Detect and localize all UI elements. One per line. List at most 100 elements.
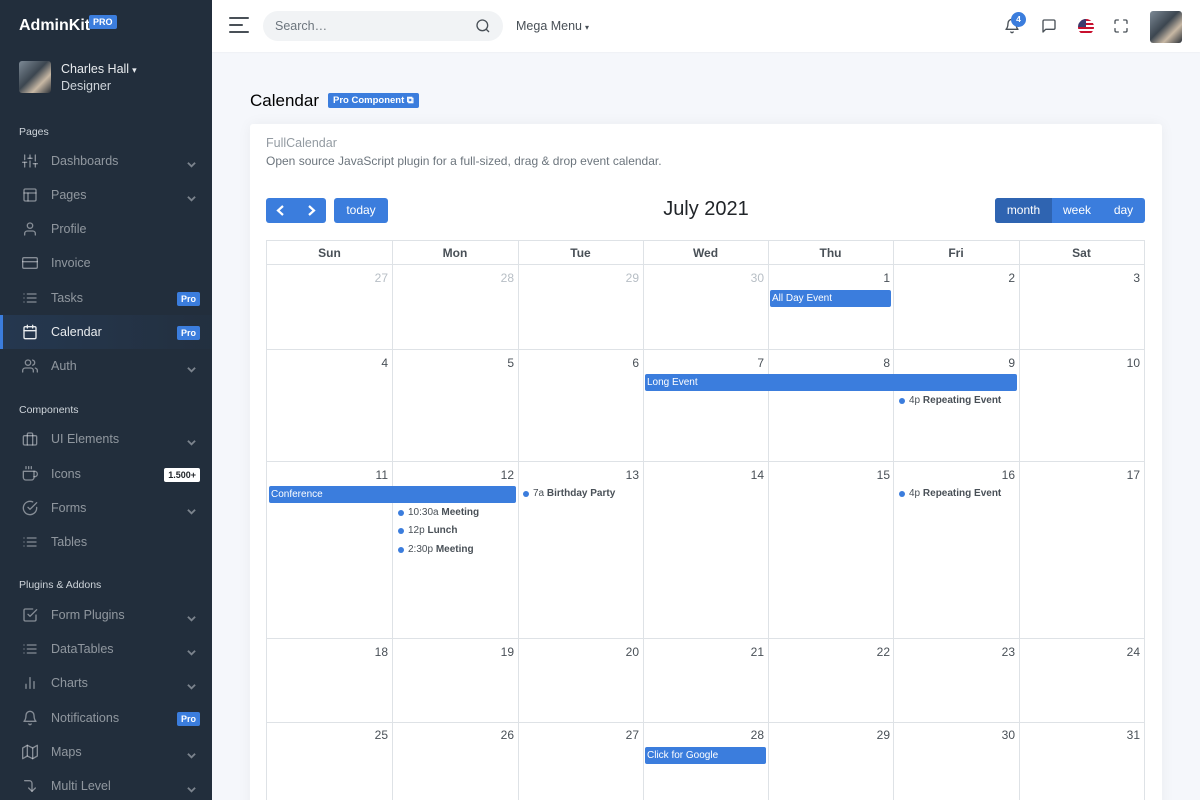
fullscreen-icon[interactable] <box>1113 18 1129 34</box>
sidebar-item-ui-elements[interactable]: UI Elements <box>0 422 212 456</box>
search-input[interactable] <box>275 11 465 41</box>
day-number[interactable]: 20 <box>609 645 639 659</box>
sidebar-item-forms[interactable]: Forms <box>0 491 212 525</box>
day-number[interactable]: 12 <box>484 468 514 482</box>
event-all-day[interactable]: All Day Event <box>770 290 891 307</box>
us-flag-icon[interactable] <box>1078 19 1094 35</box>
sidebar-item-label: UI Elements <box>51 432 120 446</box>
sidebar-header-pages: Pages <box>19 126 49 138</box>
sidebar-item-maps[interactable]: Maps <box>0 735 212 769</box>
mega-menu-dropdown[interactable]: Mega Menu ▾ <box>516 19 589 33</box>
view-day-button[interactable]: day <box>1102 198 1145 223</box>
sidebar-user-name[interactable]: Charles Hall ▾ <box>61 62 137 76</box>
message-icon[interactable] <box>1041 18 1057 34</box>
user-avatar[interactable] <box>1150 11 1182 43</box>
event-dot <box>398 528 404 534</box>
sidebar-toggle-button[interactable] <box>229 17 249 35</box>
event-long-event[interactable]: Long Event <box>645 374 1017 391</box>
sidebar-header-components: Components <box>19 404 79 416</box>
brand-pro-badge: PRO <box>89 15 117 29</box>
day-number[interactable]: 28 <box>484 271 514 285</box>
sidebar-item-icons[interactable]: Icons 1.500+ <box>0 457 212 491</box>
sidebar-item-tasks[interactable]: Tasks Pro <box>0 281 212 315</box>
day-number[interactable]: 16 <box>985 468 1015 482</box>
day-number[interactable]: 11 <box>358 468 388 482</box>
day-number[interactable]: 10 <box>1110 356 1140 370</box>
dow-mon: Mon <box>442 246 468 260</box>
day-number[interactable]: 24 <box>1110 645 1140 659</box>
day-number[interactable]: 31 <box>1110 728 1140 742</box>
dow-fri: Fri <box>948 246 964 260</box>
day-number[interactable]: 1 <box>860 271 890 285</box>
day-number[interactable]: 13 <box>609 468 639 482</box>
sidebar-item-label: Calendar <box>51 325 102 339</box>
page-title: Calendar <box>250 91 319 110</box>
sidebar-item-form-plugins[interactable]: Form Plugins <box>0 598 212 632</box>
pro-badge: Pro <box>176 326 200 340</box>
day-number[interactable]: 25 <box>358 728 388 742</box>
list-icon <box>22 290 38 306</box>
briefcase-icon <box>22 431 38 447</box>
sidebar-item-charts[interactable]: Charts <box>0 666 212 700</box>
day-number[interactable]: 26 <box>484 728 514 742</box>
event-click-for-google[interactable]: Click for Google <box>645 747 766 764</box>
day-number[interactable]: 17 <box>1110 468 1140 482</box>
dow-sat: Sat <box>1072 246 1091 260</box>
event-dot <box>398 547 404 553</box>
chevron-down-icon <box>187 610 196 622</box>
sidebar-item-dashboards[interactable]: Dashboards <box>0 144 212 178</box>
map-icon <box>22 744 38 760</box>
sidebar-item-multi-level[interactable]: Multi Level <box>0 769 212 800</box>
event-conference[interactable]: Conference <box>269 486 516 503</box>
day-number[interactable]: 5 <box>484 356 514 370</box>
sidebar-item-label: Icons <box>51 467 81 481</box>
day-number[interactable]: 29 <box>609 271 639 285</box>
day-number[interactable]: 21 <box>734 645 764 659</box>
sidebar-item-label: Multi Level <box>51 779 111 793</box>
chevron-down-icon <box>187 434 196 446</box>
sidebar-item-label: Forms <box>51 501 87 515</box>
pro-component-badge[interactable]: Pro Component ⧉ <box>328 93 419 108</box>
day-number[interactable]: 6 <box>609 356 639 370</box>
event-dot <box>523 491 529 497</box>
sidebar-item-profile[interactable]: Profile <box>0 212 212 246</box>
day-number[interactable]: 14 <box>734 468 764 482</box>
day-number[interactable]: 28 <box>734 728 764 742</box>
sidebar-item-label: Dashboards <box>51 154 119 168</box>
day-number[interactable]: 27 <box>358 271 388 285</box>
day-number[interactable]: 2 <box>985 271 1015 285</box>
sidebar-item-notifications[interactable]: Notifications Pro <box>0 701 212 735</box>
sidebar-header-plugins: Plugins & Addons <box>19 579 102 591</box>
day-number[interactable]: 7 <box>734 356 764 370</box>
day-number[interactable]: 8 <box>860 356 890 370</box>
sidebar-item-calendar[interactable]: Calendar Pro <box>0 315 212 349</box>
day-number[interactable]: 19 <box>484 645 514 659</box>
dow-tue: Tue <box>570 246 591 260</box>
day-number[interactable]: 29 <box>860 728 890 742</box>
day-number[interactable]: 4 <box>358 356 388 370</box>
grid-divider <box>392 241 393 800</box>
day-number[interactable]: 15 <box>860 468 890 482</box>
sidebar-item-pages[interactable]: Pages <box>0 178 212 212</box>
sidebar-item-datatables[interactable]: DataTables <box>0 632 212 666</box>
day-number[interactable]: 22 <box>860 645 890 659</box>
view-week-button[interactable]: week <box>1052 198 1102 223</box>
day-number[interactable]: 3 <box>1110 271 1140 285</box>
sidebar-item-label: Charts <box>51 676 88 690</box>
day-number[interactable]: 23 <box>985 645 1015 659</box>
day-number[interactable]: 30 <box>734 271 764 285</box>
external-link-icon: ⧉ <box>406 95 414 106</box>
day-number[interactable]: 18 <box>358 645 388 659</box>
brand-name[interactable]: AdminKit <box>19 17 90 35</box>
chevron-down-icon <box>187 361 196 373</box>
view-month-button[interactable]: month <box>995 198 1052 223</box>
search-icon[interactable] <box>475 18 491 34</box>
sidebar-item-auth[interactable]: Auth <box>0 349 212 383</box>
day-number[interactable]: 27 <box>609 728 639 742</box>
day-number[interactable]: 9 <box>985 356 1015 370</box>
sidebar-item-tables[interactable]: Tables <box>0 525 212 559</box>
day-number[interactable]: 30 <box>985 728 1015 742</box>
sidebar-user-role: Designer <box>61 79 112 93</box>
sidebar-item-label: DataTables <box>51 642 114 656</box>
sidebar-item-invoice[interactable]: Invoice <box>0 246 212 280</box>
